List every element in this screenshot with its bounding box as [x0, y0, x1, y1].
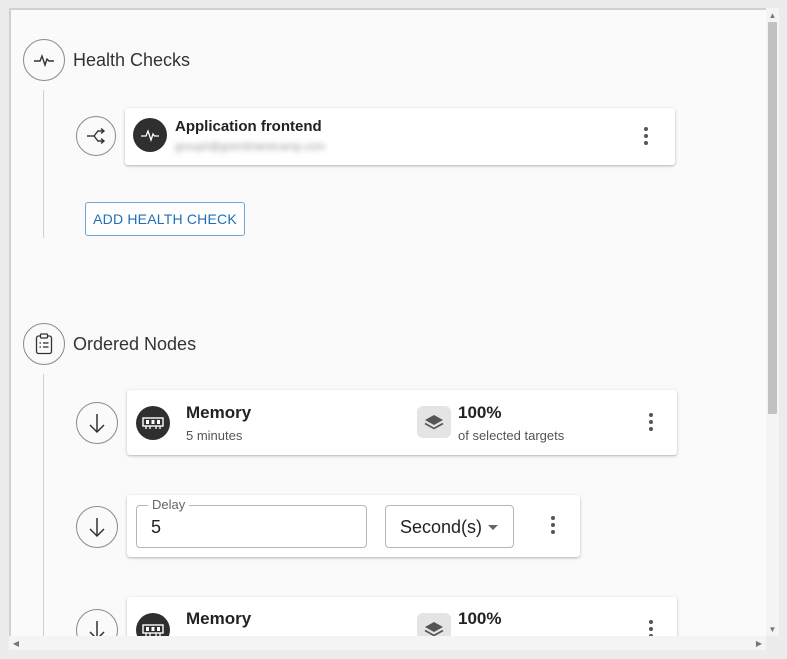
memory-chip-icon — [136, 406, 170, 440]
heartbeat-icon — [23, 39, 65, 81]
arrow-down-icon — [76, 609, 118, 636]
scroll-down-icon[interactable]: ▼ — [766, 622, 779, 636]
horizontal-scrollbar[interactable]: ◀ ▶ — [9, 636, 766, 650]
attack-node-card[interactable]: Memory 100% — [127, 597, 677, 636]
attack-node-more-button[interactable] — [641, 617, 661, 636]
scroll-left-icon[interactable]: ◀ — [9, 636, 23, 650]
scenario-panel: Health Checks Application frontend group… — [9, 8, 766, 636]
delay-unit-select[interactable]: Second(s) — [385, 505, 514, 548]
target-percent: 100% — [458, 609, 502, 628]
add-health-check-button[interactable]: ADD HEALTH CHECK — [85, 202, 245, 236]
target-percent: 100% — [458, 403, 502, 422]
layers-icon — [417, 406, 451, 438]
delay-node-more-button[interactable] — [543, 513, 563, 537]
branch-icon — [76, 116, 116, 156]
heartbeat-icon — [133, 118, 167, 152]
layers-icon — [417, 613, 451, 636]
scroll-right-icon[interactable]: ▶ — [752, 636, 766, 650]
delay-node-card: Delay 5 Second(s) — [127, 495, 580, 557]
attack-node-card[interactable]: Memory 5 minutes 100% of selected target… — [127, 390, 677, 455]
delay-input-value: 5 — [151, 517, 162, 537]
health-check-title: Application frontend — [175, 118, 322, 135]
section-title-ordered-nodes: Ordered Nodes — [73, 334, 197, 354]
vertical-scrollbar[interactable]: ▲ ▼ — [766, 8, 779, 636]
section-title-health-checks: Health Checks — [73, 50, 191, 70]
section-connector — [43, 374, 44, 636]
delay-input-label: Delay — [148, 497, 190, 512]
arrow-down-icon — [76, 506, 118, 548]
memory-chip-icon — [136, 613, 170, 636]
target-percent-caption: of selected targets — [458, 428, 565, 443]
health-check-card[interactable]: Application frontend group0@gremlintestc… — [125, 108, 675, 165]
chevron-down-icon — [488, 525, 498, 530]
health-check-more-button[interactable] — [636, 124, 656, 148]
clipboard-list-icon — [23, 323, 65, 365]
arrow-down-icon — [76, 402, 118, 444]
delay-input[interactable]: Delay 5 — [136, 497, 367, 548]
delay-unit-value: Second(s) — [400, 517, 483, 537]
attack-name: Memory — [186, 403, 252, 422]
attack-name: Memory — [186, 609, 252, 628]
scrollbar-corner — [766, 636, 779, 650]
health-check-subtitle: group0@gremlintestcamp.com — [175, 141, 325, 153]
scrollbar-thumb[interactable] — [768, 22, 777, 414]
attack-node-more-button[interactable] — [641, 410, 661, 434]
section-connector — [43, 90, 44, 238]
attack-duration: 5 minutes — [186, 428, 243, 443]
scroll-up-icon[interactable]: ▲ — [766, 8, 779, 22]
